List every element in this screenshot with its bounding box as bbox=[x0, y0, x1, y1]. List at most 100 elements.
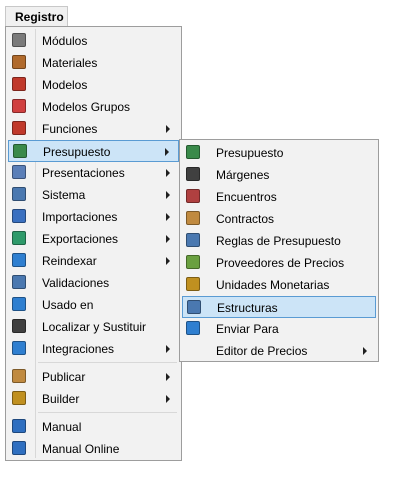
sub-item-presupuesto[interactable]: Presupuesto bbox=[182, 142, 376, 164]
models-icon bbox=[12, 77, 26, 91]
sub-item-margenes[interactable]: Márgenes bbox=[182, 164, 376, 186]
main-item-label: Reindexar bbox=[42, 254, 97, 268]
chevron-right-icon bbox=[166, 213, 170, 221]
margins-icon bbox=[186, 167, 200, 181]
sub-item-label: Estructuras bbox=[217, 301, 278, 315]
main-item-label: Presentaciones bbox=[42, 166, 125, 180]
main-item-label: Publicar bbox=[42, 370, 86, 384]
main-item-modulos[interactable]: Módulos bbox=[8, 30, 179, 52]
main-item-usado-en[interactable]: Usado en bbox=[8, 294, 179, 316]
find-replace-icon bbox=[12, 319, 26, 333]
main-item-manual[interactable]: Manual bbox=[8, 416, 179, 438]
sub-item-label: Reglas de Presupuesto bbox=[216, 234, 341, 248]
main-item-label: Builder bbox=[42, 392, 80, 406]
sub-item-editor-de-precios[interactable]: Editor de Precios bbox=[182, 340, 376, 362]
main-item-label: Presupuesto bbox=[43, 145, 111, 159]
builder-icon bbox=[12, 391, 26, 405]
main-item-funciones[interactable]: Funciones bbox=[8, 118, 179, 140]
main-item-label: Módulos bbox=[42, 34, 88, 48]
junctions-icon bbox=[186, 189, 200, 203]
modules-icon bbox=[12, 33, 26, 47]
sub-item-reglas-de-presupuesto[interactable]: Reglas de Presupuesto bbox=[182, 230, 376, 252]
main-item-label: Funciones bbox=[42, 122, 98, 136]
main-item-label: Materiales bbox=[42, 56, 98, 70]
main-item-label: Integraciones bbox=[42, 342, 115, 356]
menu-separator bbox=[38, 412, 177, 413]
main-item-presentaciones[interactable]: Presentaciones bbox=[8, 162, 179, 184]
import-icon bbox=[12, 209, 26, 223]
presentations-icon bbox=[12, 165, 26, 179]
main-item-label: Manual bbox=[42, 420, 82, 434]
budget-icon bbox=[13, 144, 27, 158]
chevron-right-icon bbox=[166, 395, 170, 403]
functions-icon bbox=[12, 121, 26, 135]
menu-separator bbox=[38, 362, 177, 363]
sub-item-label: Presupuesto bbox=[216, 146, 284, 160]
main-item-exportaciones[interactable]: Exportaciones bbox=[8, 228, 179, 250]
manual-book-icon bbox=[12, 419, 26, 433]
reindex-icon bbox=[12, 253, 26, 267]
registro-menu: Módulos Materiales Modelos Modelos Grupos Fu… bbox=[5, 26, 182, 461]
main-item-sistema[interactable]: Sistema bbox=[8, 184, 179, 206]
main-item-label: Localizar y Sustituir bbox=[42, 320, 147, 334]
system-gear-icon bbox=[12, 187, 26, 201]
sub-item-enviar-para[interactable]: Enviar Para bbox=[182, 318, 376, 340]
send-to-icon bbox=[186, 321, 200, 335]
main-item-manual-online[interactable]: Manual Online bbox=[8, 438, 179, 460]
main-item-integraciones[interactable]: Integraciones bbox=[8, 338, 179, 360]
currency-units-icon bbox=[186, 277, 200, 291]
main-item-label: Usado en bbox=[42, 298, 94, 312]
menubar-registro[interactable]: Registro bbox=[5, 6, 68, 26]
main-item-modelos[interactable]: Modelos bbox=[8, 74, 179, 96]
presupuesto-submenu: Presupuesto Márgenes Encuentros Contractos R… bbox=[179, 139, 379, 362]
used-in-icon bbox=[12, 297, 26, 311]
main-item-localizar-y-sustituir[interactable]: Localizar y Sustituir bbox=[8, 316, 179, 338]
budget-icon bbox=[186, 145, 200, 159]
validation-icon bbox=[12, 275, 26, 289]
chevron-right-icon bbox=[166, 125, 170, 133]
chevron-right-icon bbox=[165, 148, 169, 156]
chevron-right-icon bbox=[166, 191, 170, 199]
main-item-importaciones[interactable]: Importaciones bbox=[8, 206, 179, 228]
main-item-builder[interactable]: Builder bbox=[8, 388, 179, 410]
chevron-right-icon bbox=[363, 347, 367, 355]
sub-item-label: Proveedores de Precios bbox=[216, 256, 345, 270]
chevron-right-icon bbox=[166, 235, 170, 243]
materials-icon bbox=[12, 55, 26, 69]
sub-item-proveedores-de-precios[interactable]: Proveedores de Precios bbox=[182, 252, 376, 274]
integrations-icon bbox=[12, 341, 26, 355]
sub-item-label: Unidades Monetarias bbox=[216, 278, 330, 292]
sub-item-estructuras[interactable]: Estructuras bbox=[182, 296, 376, 318]
sub-item-label: Enviar Para bbox=[216, 322, 279, 336]
help-online-icon bbox=[12, 441, 26, 455]
sub-item-label: Editor de Precios bbox=[216, 344, 308, 358]
publish-icon bbox=[12, 369, 26, 383]
chevron-right-icon bbox=[166, 373, 170, 381]
main-item-validaciones[interactable]: Validaciones bbox=[8, 272, 179, 294]
sub-item-encuentros[interactable]: Encuentros bbox=[182, 186, 376, 208]
chevron-right-icon bbox=[166, 169, 170, 177]
sub-item-label: Márgenes bbox=[216, 168, 270, 182]
main-item-modelos-grupos[interactable]: Modelos Grupos bbox=[8, 96, 179, 118]
menubar-registro-label: Registro bbox=[15, 10, 64, 24]
main-item-label: Exportaciones bbox=[42, 232, 119, 246]
contracts-icon bbox=[186, 211, 200, 225]
main-item-presupuesto[interactable]: Presupuesto bbox=[8, 140, 179, 162]
export-icon bbox=[12, 231, 26, 245]
main-item-label: Modelos Grupos bbox=[42, 100, 131, 114]
main-item-label: Validaciones bbox=[42, 276, 110, 290]
sub-item-unidades-monetarias[interactable]: Unidades Monetarias bbox=[182, 274, 376, 296]
price-providers-icon bbox=[186, 255, 200, 269]
sub-item-label: Encuentros bbox=[216, 190, 277, 204]
chevron-right-icon bbox=[166, 257, 170, 265]
model-groups-icon bbox=[12, 99, 26, 113]
main-item-materiales[interactable]: Materiales bbox=[8, 52, 179, 74]
main-item-reindexar[interactable]: Reindexar bbox=[8, 250, 179, 272]
main-item-label: Modelos bbox=[42, 78, 88, 92]
main-item-label: Importaciones bbox=[42, 210, 118, 224]
budget-rules-icon bbox=[186, 233, 200, 247]
main-item-publicar[interactable]: Publicar bbox=[8, 366, 179, 388]
sub-item-contractos[interactable]: Contractos bbox=[182, 208, 376, 230]
chevron-right-icon bbox=[166, 345, 170, 353]
structures-icon bbox=[187, 300, 201, 314]
